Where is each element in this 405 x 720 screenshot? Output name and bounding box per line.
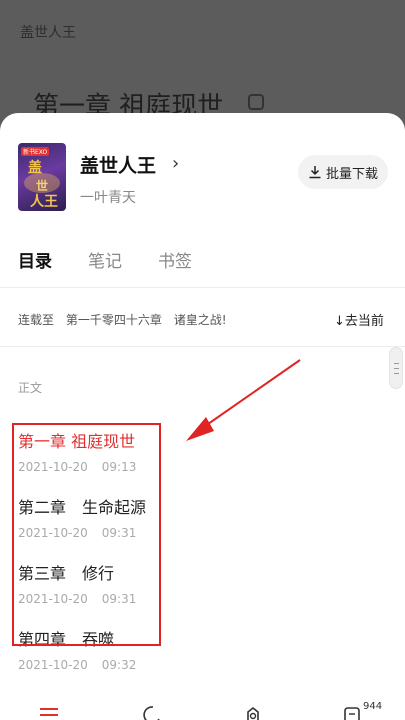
tab-notes[interactable]: 笔记 [88, 247, 122, 272]
tab-bar: 目录 笔记 书签 [18, 247, 192, 272]
bottom-toolbar [0, 701, 405, 720]
chapter-date: 2021-10-20 [18, 658, 88, 672]
book-title[interactable]: 盖世人王 [80, 151, 156, 178]
night-mode-icon[interactable] [139, 705, 161, 720]
section-label: 正文 [18, 381, 43, 395]
book-cover[interactable]: 新书EXO 盖 世 人王 [18, 143, 66, 211]
serial-latest-name: 诸皇之战! [173, 313, 227, 327]
batch-download-button[interactable]: 批量下载 [298, 155, 388, 189]
scrollbar-handle[interactable] [389, 347, 403, 389]
chevron-right-icon[interactable]: › [172, 153, 179, 174]
highlight-box [12, 423, 161, 646]
batch-download-label: 批量下载 [325, 166, 378, 182]
comment-count-badge: 944 [363, 701, 383, 712]
reader-book-name: 盖世人王 [20, 25, 76, 41]
book-author: 一叶青天 [80, 190, 136, 206]
tab-catalog[interactable]: 目录 [18, 247, 52, 272]
cover-char-1: 盖 [28, 160, 42, 176]
comment-icon[interactable] [342, 705, 364, 720]
reader-comment-badge-icon[interactable] [248, 94, 264, 110]
cover-char-3: 人王 [30, 194, 58, 210]
goto-current-button[interactable]: ↓去当前 [334, 310, 384, 329]
cover-tag: 新书EXO [21, 147, 50, 156]
catalog-sheet: 新书EXO 盖 世 人王 盖世人王 › 一叶青天 批量下载 目录 笔记 书签 连… [0, 113, 405, 720]
settings-icon[interactable] [242, 705, 264, 720]
download-icon [309, 166, 321, 179]
divider [0, 346, 405, 347]
serial-latest-chapter: 第一千零四十六章 [65, 313, 162, 327]
tab-bookmarks[interactable]: 书签 [158, 247, 192, 272]
chapter-meta: 2021-10-20 09:32 [18, 658, 136, 672]
serial-prefix: 连载至 [18, 313, 55, 327]
serial-status: 连载至 第一千零四十六章 诸皇之战! [18, 311, 235, 328]
divider [0, 287, 405, 288]
chapter-time: 09:32 [101, 658, 137, 672]
catalog-icon[interactable] [38, 705, 60, 720]
